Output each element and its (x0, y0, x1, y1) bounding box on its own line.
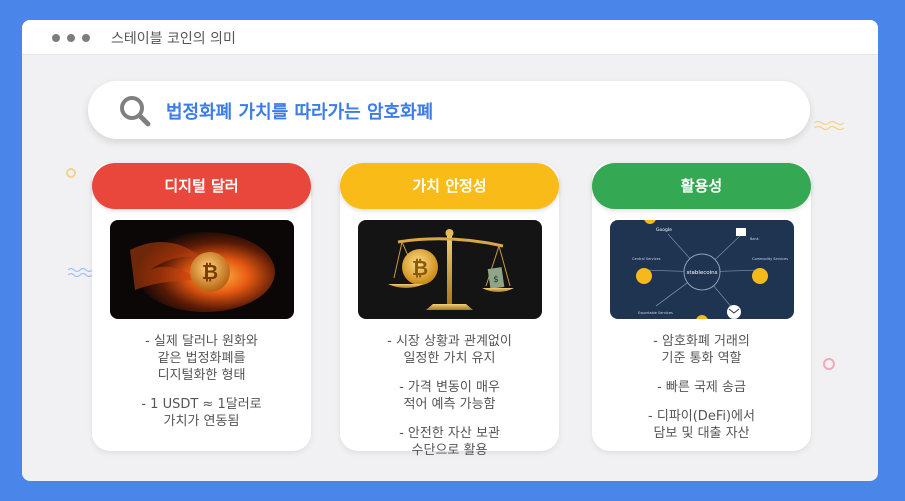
desc-line: - 안전한 자산 보관 (399, 426, 500, 441)
card-title-pill: 활용성 (592, 163, 811, 209)
card-title-pill: 디지털 달러 (92, 163, 311, 209)
desc-line: - 디파이(DeFi)에서 (648, 409, 755, 424)
desc-line: - 1 USDT ≈ 1달러로 (141, 397, 262, 412)
svg-text:₿: ₿ (202, 260, 218, 284)
burning-bitcoin-image: ₿ (110, 220, 294, 319)
diagram-node-label: Exportable Services (638, 311, 673, 315)
card-description: - 암호화폐 거래의 기준 통화 역할 - 빠른 국제 송금 - 디파이(DeF… (602, 333, 801, 442)
card-title-pill: 가치 안정성 (340, 163, 559, 209)
wave-decoration (68, 267, 92, 277)
window-title: 스테이블 코인의 의미 (111, 31, 236, 47)
desc-line: 수단으로 활용 (411, 443, 488, 458)
title-bar: 스테이블 코인의 의미 (22, 20, 878, 55)
diagram-node-label: Central Services (632, 257, 661, 261)
card-description: - 실제 달러나 원화와 같은 법정화폐를 디지털화한 형태 - 1 USDT … (102, 333, 301, 430)
desc-line: 가치가 연동됨 (163, 414, 240, 429)
svg-text:₿: ₿ (412, 256, 428, 280)
search-bar[interactable]: 법정화폐 가치를 따라가는 암호화폐 (88, 81, 810, 139)
desc-line: - 시장 상황과 관계없이 (387, 334, 512, 349)
card-description: - 시장 상황과 관계없이 일정한 가치 유지 - 가격 변동이 매우 적어 예… (350, 333, 549, 459)
svg-text:$: $ (493, 275, 499, 285)
card-usability: 활용성 stablecoins Google Bank Central Serv… (592, 163, 811, 451)
desc-line: - 빠른 국제 송금 (657, 380, 746, 395)
diagram-node-label: Google (656, 227, 672, 233)
window-dot-3[interactable] (82, 34, 90, 42)
desc-line: 같은 법정화폐를 (157, 351, 246, 366)
diagram-center-label: stablecoins (686, 270, 717, 276)
desc-line: 일정한 가치 유지 (403, 351, 496, 366)
diagram-node-label: Commodity Services (752, 257, 788, 261)
window-dot-2[interactable] (67, 34, 75, 42)
desc-line: 담보 및 대출 자산 (653, 426, 750, 441)
balance-scale-image: ₿ $ (358, 220, 542, 319)
desc-line: 기준 통화 역할 (661, 351, 742, 366)
app-window: 스테이블 코인의 의미 법정화폐 가치를 따라가는 암호화폐 디지털 달러 ₿ … (22, 20, 878, 481)
card-value-stability: 가치 안정성 ₿ $ - 시장 상황과 관계없이 일정한 가치 유지 - 가격 … (340, 163, 559, 458)
desc-line: - 암호화폐 거래의 (653, 334, 750, 349)
search-text: 법정화폐 가치를 따라가는 암호화폐 (166, 102, 434, 123)
desc-line: 디지털화한 형태 (157, 368, 246, 383)
wave-decoration (814, 120, 844, 130)
desc-line: - 실제 달러나 원화와 (145, 334, 258, 349)
circle-decoration (823, 358, 835, 370)
window-dot-1[interactable] (52, 34, 60, 42)
diagram-node-label: Bank (750, 237, 760, 241)
search-icon (120, 96, 151, 127)
desc-line: 적어 예측 가능함 (403, 397, 496, 412)
circle-decoration (66, 168, 76, 178)
stablecoins-diagram-image: stablecoins Google Bank Central Services… (610, 220, 794, 319)
card-digital-dollar: 디지털 달러 ₿ - 실제 달러나 원화와 같은 법정화폐를 디지털화한 형태 … (92, 163, 311, 451)
desc-line: - 가격 변동이 매우 (399, 380, 500, 395)
